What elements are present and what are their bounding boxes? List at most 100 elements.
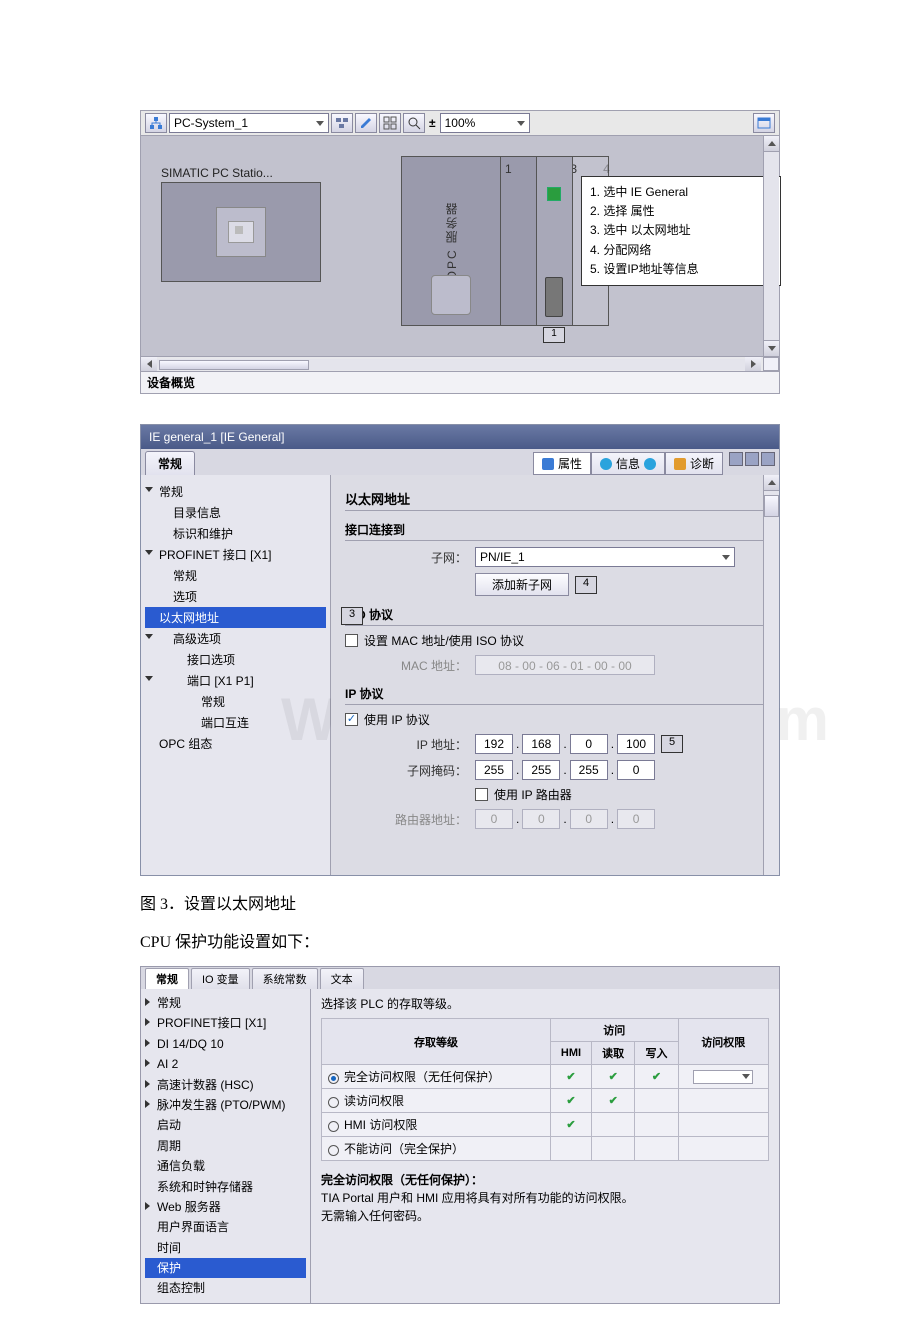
subnet-mask-input[interactable]: . . . <box>475 760 655 780</box>
window-buttons[interactable] <box>729 452 775 475</box>
mask-oct-4[interactable] <box>617 760 655 780</box>
tree-port-interconn[interactable]: 端口互连 <box>145 712 326 733</box>
subnet-combo[interactable]: PN/IE_1 <box>475 547 735 567</box>
layout-icon[interactable] <box>753 113 775 133</box>
subnet-value: PN/IE_1 <box>480 550 525 564</box>
ip-oct-4[interactable] <box>617 734 655 754</box>
tree-ethernet-address[interactable]: 以太网地址 <box>145 607 326 628</box>
rtab-diagnostics[interactable]: 诊断 <box>665 452 723 475</box>
scroll-up-icon[interactable] <box>764 136 779 152</box>
slot-empty-1[interactable] <box>501 156 537 326</box>
tree-port-general[interactable]: 常规 <box>145 691 326 712</box>
add-subnet-button[interactable]: 添加新子网 <box>475 573 569 596</box>
device-selector[interactable]: PC-System_1 <box>169 113 329 133</box>
ptab-general[interactable]: 常规 <box>145 968 189 989</box>
tree-pn-general[interactable]: 常规 <box>145 565 326 586</box>
ptab-sysconst[interactable]: 系统常数 <box>252 968 318 989</box>
pt-didq[interactable]: DI 14/DQ 10 <box>145 1034 306 1054</box>
zoom-icon[interactable] <box>403 113 425 133</box>
ip-oct-3[interactable] <box>570 734 608 754</box>
table-row[interactable]: 读访问权限 ✔ ✔ <box>322 1089 769 1113</box>
pt-uilang[interactable]: 用户界面语言 <box>145 1217 306 1237</box>
content-vscrollbar[interactable] <box>763 475 779 875</box>
pt-protect[interactable]: 保护 <box>145 1258 306 1278</box>
tree-general[interactable]: 常规 <box>145 481 326 502</box>
lbl-router: 路由器地址： <box>345 811 475 828</box>
grid-icon[interactable] <box>379 113 401 133</box>
pt-cycle[interactable]: 周期 <box>145 1136 306 1156</box>
radio-full-access[interactable] <box>328 1073 339 1084</box>
pt-profinet[interactable]: PROFINET接口 [X1] <box>145 1013 306 1033</box>
use-router-checkbox[interactable] <box>475 788 488 801</box>
topology-icon[interactable] <box>145 113 167 133</box>
pt-general[interactable]: 常规 <box>145 993 306 1013</box>
tree-if-options[interactable]: 接口选项 <box>145 649 326 670</box>
iso-checkbox-label: 设置 MAC 地址/使用 ISO 协议 <box>364 632 524 649</box>
pt-web[interactable]: Web 服务器 <box>145 1197 306 1217</box>
edit-icon[interactable] <box>355 113 377 133</box>
mask-oct-1[interactable] <box>475 760 513 780</box>
radio-hmi-access[interactable] <box>328 1121 339 1132</box>
tree-catalog[interactable]: 目录信息 <box>145 502 326 523</box>
scrollbar-corner-icon[interactable] <box>763 357 779 371</box>
vscrollbar[interactable] <box>763 136 779 356</box>
tree-pn-options[interactable]: 选项 <box>145 586 326 607</box>
password-dropdown[interactable] <box>693 1070 753 1084</box>
pt-startup[interactable]: 启动 <box>145 1115 306 1135</box>
device-canvas[interactable]: SIMATIC PC Statio... 1 2 3 4 OPC 服务器 1 1… <box>140 136 780 356</box>
scroll-up-icon[interactable] <box>764 475 779 491</box>
pt-time[interactable]: 时间 <box>145 1238 306 1258</box>
pt-sysmem[interactable]: 系统和时钟存储器 <box>145 1177 306 1197</box>
pt-commload[interactable]: 通信负载 <box>145 1156 306 1176</box>
pc-station[interactable]: SIMATIC PC Statio... <box>161 166 321 282</box>
slot-ie-general[interactable]: 1 <box>537 156 573 326</box>
table-row[interactable]: 完全访问权限（无任何保护） ✔ ✔ ✔ <box>322 1065 769 1089</box>
rtab-info[interactable]: 信息 <box>591 452 665 475</box>
ip-oct-1[interactable] <box>475 734 513 754</box>
router-oct-3 <box>570 809 608 829</box>
scroll-left-icon[interactable] <box>141 357 157 371</box>
prot-tree[interactable]: 常规 PROFINET接口 [X1] DI 14/DQ 10 AI 2 高速计数… <box>141 989 311 1303</box>
ip-oct-2[interactable] <box>522 734 560 754</box>
tree-port[interactable]: 端口 [X1 P1] <box>145 670 326 691</box>
note-title: 完全访问权限（无任何保护）： <box>321 1171 769 1189</box>
mask-oct-2[interactable] <box>522 760 560 780</box>
ip-address-input[interactable]: . . . <box>475 734 655 754</box>
table-row[interactable]: 不能访问（完全保护） <box>322 1137 769 1161</box>
use-ip-checkbox[interactable] <box>345 713 358 726</box>
mask-oct-3[interactable] <box>570 760 608 780</box>
min-icon[interactable] <box>729 452 743 466</box>
scroll-right-icon[interactable] <box>745 357 761 371</box>
tree-opc-config[interactable]: OPC 组态 <box>145 733 326 754</box>
property-tree[interactable]: 常规 目录信息 标识和维护 PROFINET 接口 [X1] 常规 选项 以太网… <box>141 475 331 875</box>
callout-3: 3 <box>341 607 363 625</box>
zoom-combo[interactable]: 100% <box>440 113 530 133</box>
hscrollbar[interactable] <box>140 356 780 372</box>
restore-icon[interactable] <box>745 452 759 466</box>
slot-opc[interactable]: OPC 服务器 <box>401 156 501 326</box>
radio-no-access[interactable] <box>328 1145 339 1156</box>
th-pwperm: 访问权限 <box>678 1019 768 1065</box>
table-row[interactable]: HMI 访问权限 ✔ <box>322 1113 769 1137</box>
tree-profinet[interactable]: PROFINET 接口 [X1] <box>145 544 326 565</box>
rtab-properties[interactable]: 属性 <box>533 452 591 475</box>
iso-checkbox[interactable] <box>345 634 358 647</box>
th-read: 读取 <box>592 1042 635 1065</box>
chevron-down-icon <box>517 121 525 126</box>
radio-read-access[interactable] <box>328 1097 339 1108</box>
ptab-text[interactable]: 文本 <box>320 968 364 989</box>
pt-pto[interactable]: 脉冲发生器 (PTO/PWM) <box>145 1095 306 1115</box>
tree-ident[interactable]: 标识和维护 <box>145 523 326 544</box>
pt-ai[interactable]: AI 2 <box>145 1054 306 1074</box>
tab-general[interactable]: 常规 <box>145 451 195 475</box>
network-view-icon[interactable] <box>331 113 353 133</box>
tree-advanced[interactable]: 高级选项 <box>145 628 326 649</box>
device-overview-header[interactable]: 设备概览 <box>140 372 780 394</box>
menu-chevron-icon[interactable] <box>761 452 775 466</box>
rack: 1 2 3 4 OPC 服务器 1 <box>401 156 609 326</box>
ptab-iovars[interactable]: IO 变量 <box>191 968 250 989</box>
scroll-down-icon[interactable] <box>764 340 779 356</box>
pt-confctrl[interactable]: 组态控制 <box>145 1278 306 1298</box>
pt-hsc[interactable]: 高速计数器 (HSC) <box>145 1075 306 1095</box>
opc-server-label: OPC 服务器 <box>443 201 460 280</box>
